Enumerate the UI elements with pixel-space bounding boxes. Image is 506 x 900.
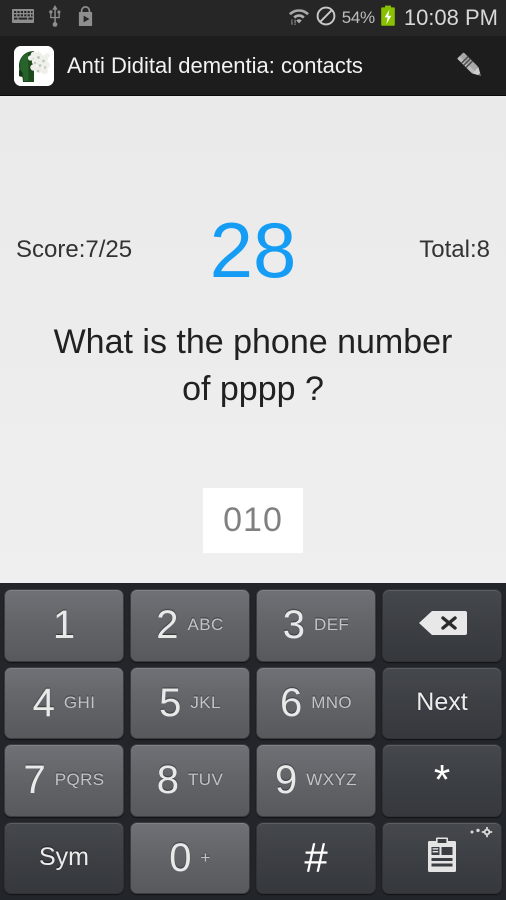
key-2-digit: 2 [156,603,179,648]
key-7-letters: PQRS [54,770,105,790]
key-5-letters: JKL [190,692,221,712]
key-next[interactable]: Next [382,666,502,739]
status-bar: 54% 10:08 PM [0,0,506,36]
do-not-disturb-icon [315,5,337,32]
key-0-plus: + [200,847,211,867]
keyboard-row: 1 2 ABC 3 DEF [4,589,502,662]
key-9[interactable]: 9 WXYZ [256,744,376,817]
keyboard-row: Sym 0 + # [4,821,502,894]
usb-icon [48,4,62,32]
key-4-letters: GHI [63,692,96,712]
key-5[interactable]: 5 JKL [130,666,250,739]
pencil-icon[interactable] [448,43,494,89]
key-clipboard[interactable] [382,821,502,894]
key-8-digit: 8 [156,758,180,803]
play-store-icon [76,5,95,31]
battery-charging-icon [380,5,396,32]
key-3-letters: DEF [314,615,350,635]
score-row: Score:7/25 28 Total:8 [0,205,506,295]
keyboard-row: 4 GHI 5 JKL 6 MNO Next [4,666,502,739]
key-6-digit: 6 [279,680,303,725]
keyboard-row: 7 PQRS 8 TUV 9 WXYZ * [4,744,502,817]
key-sym[interactable]: Sym [4,821,124,894]
answer-input[interactable]: 010 [203,488,303,553]
status-bar-left-icons [12,4,95,32]
app-title-bar: Anti Didital dementia: contacts [0,36,506,96]
key-star-label: * [433,756,451,804]
key-8-letters: TUV [188,770,224,790]
numeric-keyboard: 1 2 ABC 3 DEF 4 GHI 5 JKL 6 MNO Next 7 P… [0,583,506,900]
key-backspace[interactable] [382,589,502,662]
key-9-letters: WXYZ [306,770,357,790]
brain-head-app-icon [14,45,54,86]
page-title: Anti Didital dementia: contacts [67,52,363,78]
key-6[interactable]: 6 MNO [256,666,376,739]
gear-icon [469,826,495,839]
status-bar-right-icons: 54% 10:08 PM [288,5,498,32]
key-6-letters: MNO [311,692,353,712]
key-1-digit: 1 [52,603,76,648]
key-4-digit: 4 [32,680,55,725]
key-1[interactable]: 1 [4,589,124,662]
key-7-digit: 7 [23,758,46,803]
key-0-digit: 0 [169,835,192,880]
quiz-content-area: Score:7/25 28 Total:8 What is the phone … [0,97,506,583]
key-next-label: Next [416,688,468,717]
key-0[interactable]: 0 + [130,821,250,894]
key-hash-label: # [304,833,328,881]
key-8[interactable]: 8 TUV [130,744,250,817]
key-hash[interactable]: # [256,821,376,894]
answer-input-value: 010 [223,501,283,539]
key-4[interactable]: 4 GHI [4,666,124,739]
wifi-icon [288,5,310,32]
keyboard-icon [12,8,34,28]
question-text: What is the phone number of pppp ? [0,319,506,413]
key-7[interactable]: 7 PQRS [4,744,124,817]
key-sym-label: Sym [39,843,89,872]
question-line-2: of pppp ? [182,370,324,408]
key-9-digit: 9 [275,758,298,803]
key-2-letters: ABC [187,615,224,635]
key-star[interactable]: * [382,744,502,817]
key-3[interactable]: 3 DEF [256,589,376,662]
clipboard-icon [425,836,459,879]
phone-screen: 54% 10:08 PM Anti Didital dementia: cont… [0,0,506,900]
status-bar-clock: 10:08 PM [403,5,498,30]
countdown-timer: 28 [209,206,297,294]
key-3-digit: 3 [282,603,306,648]
battery-percent-label: 54% [341,8,375,27]
key-2[interactable]: 2 ABC [130,589,250,662]
key-5-digit: 5 [159,680,182,725]
backspace-icon [415,608,469,643]
question-line-1: What is the phone number [53,323,453,361]
